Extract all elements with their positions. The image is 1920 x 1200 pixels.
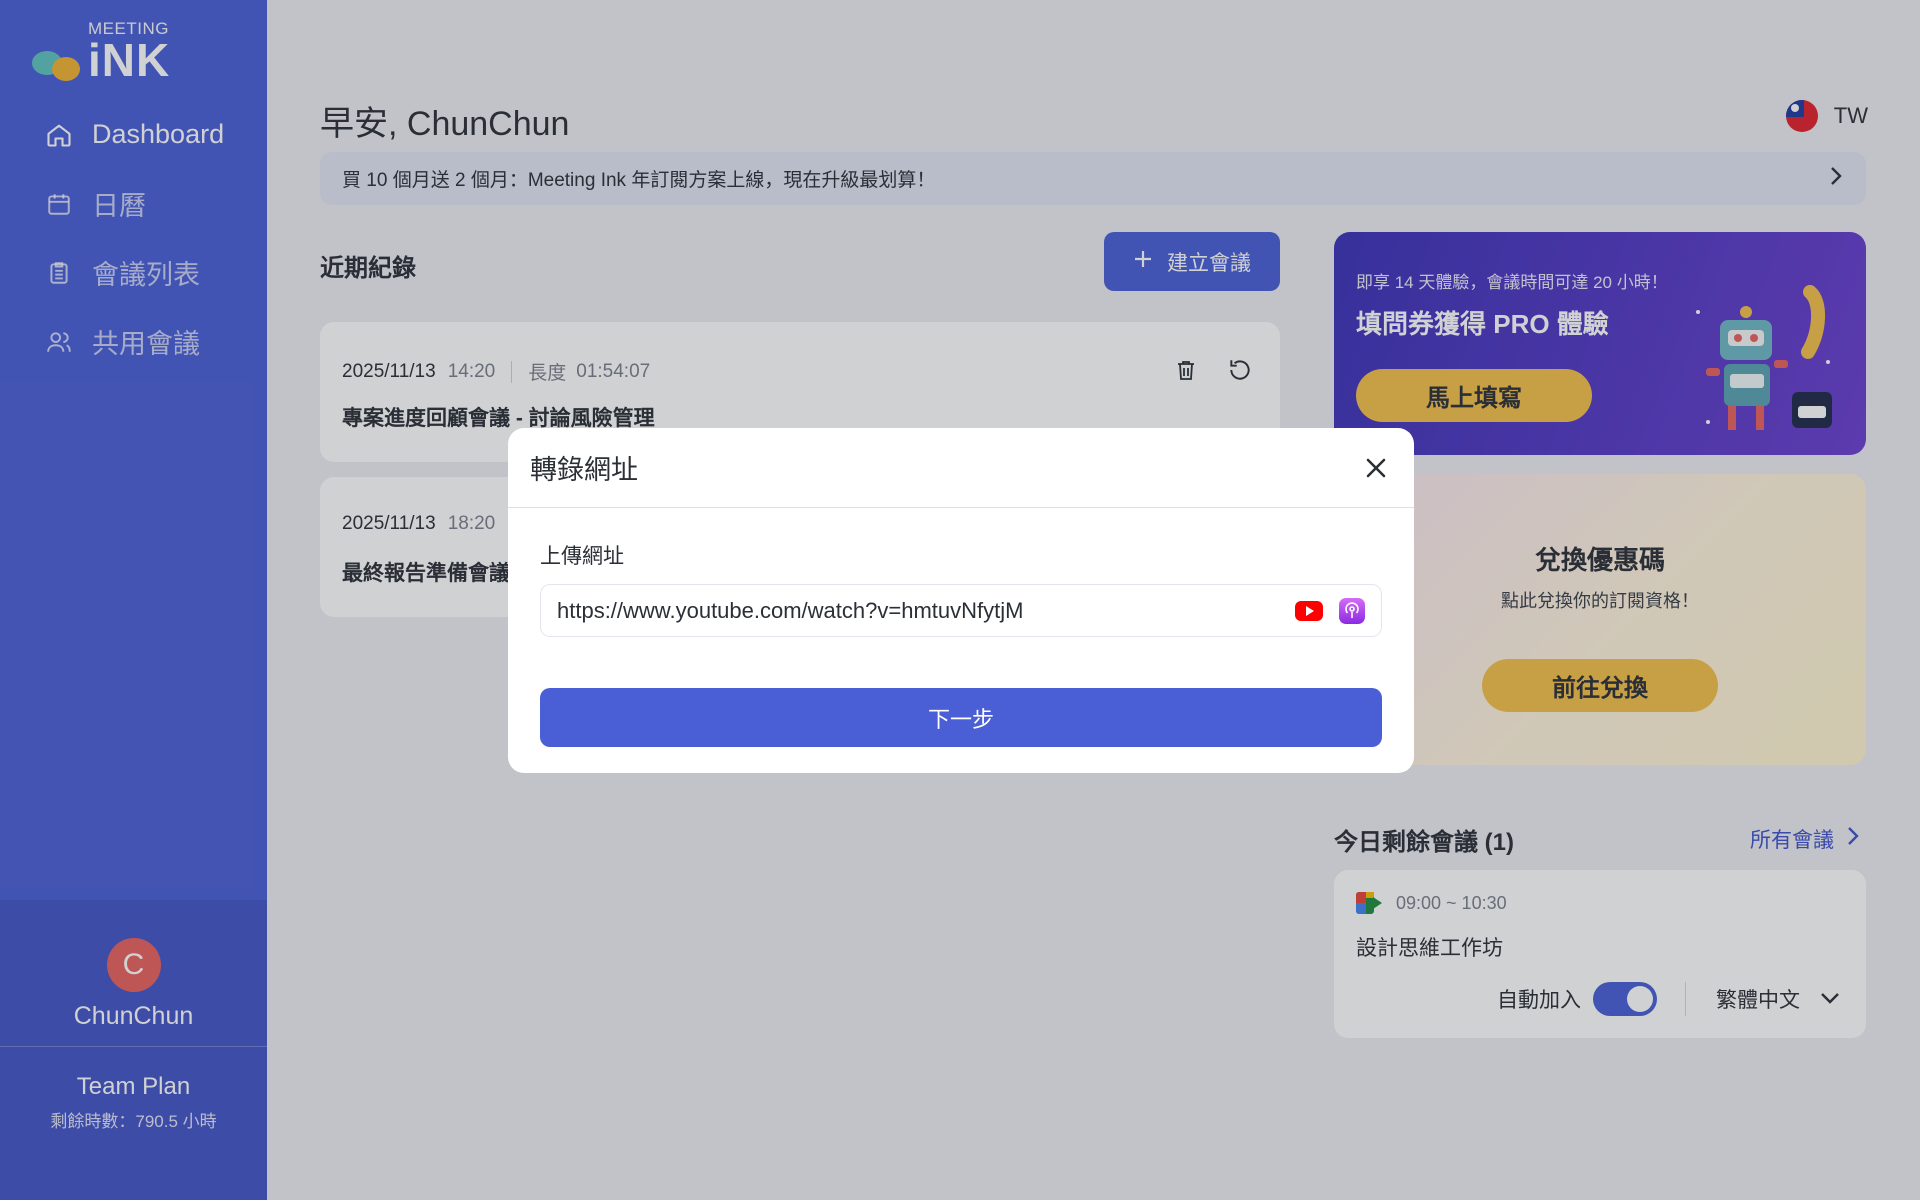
dialog-header: 轉錄網址 — [508, 428, 1414, 508]
dialog-title: 轉錄網址 — [530, 455, 638, 485]
url-input[interactable] — [557, 597, 1295, 624]
close-icon[interactable] — [1360, 452, 1392, 484]
url-field[interactable] — [540, 584, 1382, 637]
transcribe-url-dialog: 轉錄網址 上傳網址 下一步 — [508, 428, 1414, 773]
youtube-icon — [1295, 600, 1323, 621]
podcast-icon — [1339, 597, 1365, 624]
upload-url-label: 上傳網址 — [540, 545, 624, 568]
next-step-button[interactable]: 下一步 — [540, 688, 1382, 747]
source-icons — [1295, 597, 1365, 624]
